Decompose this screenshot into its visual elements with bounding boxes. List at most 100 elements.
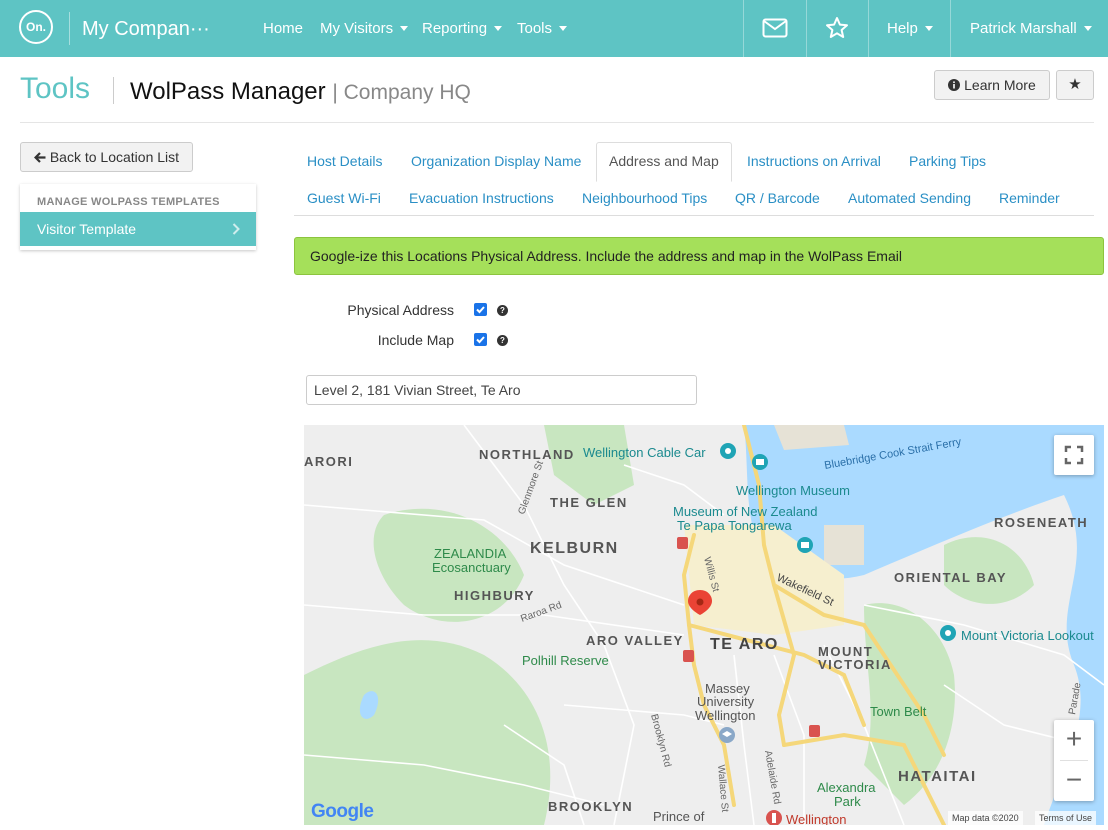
alert-text: Google-ize this Locations Physical Addre… — [310, 248, 902, 264]
include-map-checkbox[interactable] — [474, 333, 487, 346]
subtitle-text: WolPass Manager — [130, 78, 326, 105]
learn-more-button[interactable]: Learn More — [934, 70, 1050, 100]
map-label: Wellington — [695, 708, 755, 723]
map-label: Park — [834, 794, 861, 809]
brand-divider — [69, 12, 70, 45]
poi-lookout-icon[interactable] — [940, 625, 956, 641]
back-to-location-list-button[interactable]: Back to Location List — [20, 142, 193, 172]
map-label: TE ARO — [710, 636, 779, 653]
map-label: VICTORIA — [818, 657, 892, 672]
caret-down-icon — [924, 26, 933, 31]
zoom-controls: + − — [1054, 720, 1094, 801]
learn-more-label: Learn More — [964, 77, 1036, 93]
map-label: ARORI — [304, 454, 353, 469]
google-map[interactable]: ARORI NORTHLAND THE GLEN ROSENEATH KELBU… — [304, 425, 1104, 825]
envelope-icon[interactable] — [762, 18, 788, 43]
map-label: KELBURN — [530, 540, 619, 557]
map-label: HIGHBURY — [454, 588, 535, 603]
nav-reporting-label: Reporting — [422, 20, 488, 37]
map-label: Glenmore St — [516, 459, 546, 516]
nav-user-menu[interactable]: Patrick Marshall — [970, 20, 1092, 37]
tab-qr-barcode[interactable]: QR / Barcode — [735, 190, 820, 206]
star-icon: ★ — [1068, 76, 1082, 93]
tab-organization-display-name[interactable]: Organization Display Name — [411, 153, 581, 169]
help-icon[interactable]: ? — [497, 305, 508, 316]
info-icon — [948, 79, 961, 91]
physical-address-checkbox[interactable] — [474, 303, 487, 316]
fullscreen-button[interactable] — [1054, 435, 1094, 475]
tab-address-and-map[interactable]: Address and Map — [609, 153, 719, 169]
template-panel: MANAGE WOLPASS TEMPLATES Visitor Templat… — [20, 184, 256, 250]
zoom-out-button[interactable]: − — [1054, 761, 1094, 801]
nav-help-label: Help — [887, 20, 918, 37]
nav-divider — [806, 0, 807, 57]
poi-university-icon[interactable] — [719, 727, 735, 743]
tab-neighbourhood-tips[interactable]: Neighbourhood Tips — [582, 190, 707, 206]
location-name: | Company HQ — [332, 81, 471, 104]
tab-host-details[interactable]: Host Details — [307, 153, 382, 169]
map-label: HATAITAI — [898, 768, 977, 785]
nav-help[interactable]: Help — [887, 20, 933, 37]
poi-hospital-icon[interactable] — [766, 810, 782, 825]
include-map-label: Include Map — [377, 332, 454, 348]
arrow-left-icon — [33, 152, 46, 163]
nav-my-visitors-label: My Visitors — [320, 20, 394, 37]
map-attribution: Map data ©2020 — [948, 811, 1023, 825]
map-label: University — [697, 694, 755, 709]
tab-parking-tips[interactable]: Parking Tips — [909, 153, 986, 169]
help-icon[interactable]: ? — [497, 335, 508, 346]
map-label: Mount Victoria Lookout — [961, 628, 1094, 643]
caret-down-icon — [1083, 26, 1092, 31]
top-navbar: On. My Compan··· Home My Visitors Report… — [0, 0, 1108, 57]
map-label: THE GLEN — [550, 495, 628, 510]
google-logo: Google — [311, 801, 374, 822]
company-logo[interactable]: On. — [19, 10, 53, 44]
tab-instructions-on-arrival[interactable]: Instructions on Arrival — [747, 153, 881, 169]
map-label: BROOKLYN — [548, 799, 633, 814]
favorite-button[interactable]: ★ — [1056, 70, 1094, 100]
poi-cable-car-icon[interactable] — [720, 443, 736, 459]
tab-reminder[interactable]: Reminder — [999, 190, 1060, 206]
poi-museum-icon[interactable] — [797, 537, 813, 553]
map-label: Te Papa Tongarewa — [677, 518, 792, 533]
address-input[interactable] — [306, 375, 697, 405]
map-label: NORTHLAND — [479, 447, 575, 462]
nav-divider — [868, 0, 869, 57]
poi-museum-icon[interactable] — [752, 454, 768, 470]
page-title: Tools — [20, 72, 91, 105]
map-label: ROSENEATH — [994, 515, 1088, 530]
nav-tools-label: Tools — [517, 20, 553, 37]
town-belt-park — [304, 640, 551, 825]
map-label: ZEALANDIA — [434, 546, 507, 561]
wharf-area — [824, 525, 864, 565]
map-label: ORIENTAL BAY — [894, 570, 1007, 585]
tab-automated-sending[interactable]: Automated Sending — [848, 190, 971, 206]
map-label: Prince of — [653, 809, 705, 824]
nav-divider — [743, 0, 744, 57]
map-label: Adelaide Rd — [762, 750, 782, 806]
fullscreen-icon — [1064, 445, 1084, 465]
star-icon[interactable] — [825, 16, 849, 45]
caret-down-icon — [400, 26, 409, 31]
tab-guest-wifi[interactable]: Guest Wi-Fi — [307, 190, 381, 206]
map-label: Wellington Museum — [736, 483, 850, 498]
map-label: ARO VALLEY — [586, 633, 684, 648]
map-label: Museum of New Zealand — [673, 504, 818, 519]
nav-tools[interactable]: Tools — [517, 20, 568, 37]
info-alert: Google-ize this Locations Physical Addre… — [294, 237, 1104, 275]
section-heading: MANAGE WOLPASS TEMPLATES — [37, 196, 220, 208]
brand-name[interactable]: My Compan··· — [82, 18, 210, 41]
page-subtitle: WolPass Manager | Company HQ — [130, 78, 471, 106]
nav-my-visitors[interactable]: My Visitors — [320, 20, 409, 37]
tab-evacuation-instructions[interactable]: Evacuation Instructions — [409, 190, 554, 206]
nav-home[interactable]: Home — [263, 20, 303, 37]
user-name: Patrick Marshall — [970, 20, 1077, 37]
terms-of-use-link[interactable]: Terms of Use — [1035, 811, 1097, 825]
botanic-garden — [544, 425, 634, 505]
nav-reporting[interactable]: Reporting — [422, 20, 503, 37]
map-label: Alexandra — [817, 780, 876, 795]
tabs-underline — [294, 215, 1094, 216]
nav-home-label: Home — [263, 20, 304, 37]
zoom-in-button[interactable]: + — [1054, 720, 1094, 760]
sidebar-item-visitor-template[interactable]: Visitor Template — [20, 212, 256, 246]
